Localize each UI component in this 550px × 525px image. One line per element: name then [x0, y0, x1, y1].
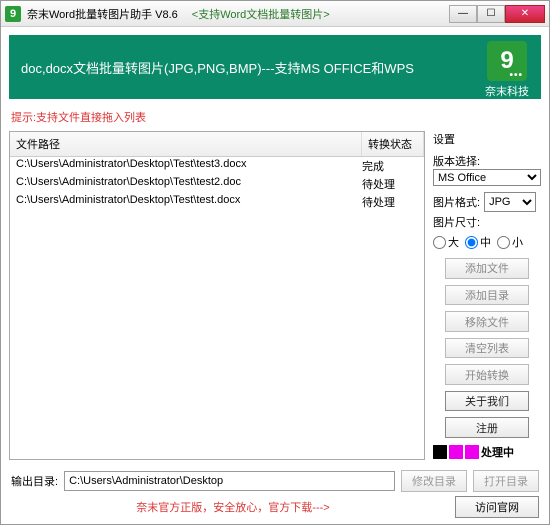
- titlebar: 9 奈末Word批量转图片助手 V8.6 <支持Word文档批量转图片> — ☐…: [1, 1, 549, 27]
- size-radios: 大 中 小: [433, 234, 541, 250]
- version-label: 版本选择:: [433, 153, 541, 169]
- window-subtitle: <支持Word文档批量转图片>: [192, 6, 330, 22]
- window-title: 奈末Word批量转图片助手 V8.6: [27, 6, 178, 22]
- format-select[interactable]: JPG: [484, 192, 536, 212]
- format-label: 图片格式:: [433, 194, 480, 210]
- clear-list-button[interactable]: 清空列表: [445, 338, 529, 359]
- modify-dir-button[interactable]: 修改目录: [401, 470, 467, 492]
- cell-status: 完成: [362, 158, 418, 174]
- settings-panel: 设置 版本选择: MS Office 图片格式: JPG 图片尺寸: 大 中 小…: [433, 131, 541, 460]
- table-row: C:\Users\Administrator\Desktop\Test\test…: [10, 175, 424, 193]
- cell-path: C:\Users\Administrator\Desktop\Test\test…: [16, 158, 362, 174]
- swatch-magenta-icon: [449, 445, 463, 459]
- cell-path: C:\Users\Administrator\Desktop\Test\test…: [16, 194, 362, 210]
- close-button[interactable]: ✕: [505, 5, 545, 23]
- banner: doc,docx文档批量转图片(JPG,PNG,BMP)---支持MS OFFI…: [9, 35, 541, 99]
- about-button[interactable]: 关于我们: [445, 391, 529, 412]
- start-convert-button[interactable]: 开始转换: [445, 364, 529, 385]
- cell-status: 待处理: [362, 176, 418, 192]
- cell-status: 待处理: [362, 194, 418, 210]
- size-small[interactable]: 小: [497, 234, 523, 250]
- remove-file-button[interactable]: 移除文件: [445, 311, 529, 332]
- open-dir-button[interactable]: 打开目录: [473, 470, 539, 492]
- register-button[interactable]: 注册: [445, 417, 529, 438]
- size-label: 图片尺寸:: [433, 214, 541, 230]
- output-label: 输出目录:: [11, 473, 58, 489]
- status-legend: 处理中: [433, 444, 541, 460]
- cell-path: C:\Users\Administrator\Desktop\Test\test…: [16, 176, 362, 192]
- size-mid[interactable]: 中: [465, 234, 491, 250]
- add-dir-button[interactable]: 添加目录: [445, 285, 529, 306]
- swatch-black-icon: [433, 445, 447, 459]
- table-row: C:\Users\Administrator\Desktop\Test\test…: [10, 193, 424, 211]
- version-select[interactable]: MS Office: [433, 169, 541, 186]
- official-text: 奈末官方正版，安全放心，官方下载--->: [11, 499, 455, 515]
- maximize-button[interactable]: ☐: [477, 5, 505, 23]
- minimize-button[interactable]: —: [449, 5, 477, 23]
- size-big[interactable]: 大: [433, 234, 459, 250]
- drag-hint: 提示:支持文件直接拖入列表: [1, 107, 549, 131]
- add-file-button[interactable]: 添加文件: [445, 258, 529, 279]
- table-row: C:\Users\Administrator\Desktop\Test\test…: [10, 157, 424, 175]
- brand: 9••• 奈末科技: [485, 41, 529, 99]
- output-row: 输出目录: 修改目录 打开目录: [1, 466, 549, 494]
- app-icon: 9: [5, 6, 21, 22]
- swatch-magenta2-icon: [465, 445, 479, 459]
- brand-name: 奈末科技: [485, 83, 529, 99]
- output-path-input[interactable]: [64, 471, 395, 491]
- visit-site-button[interactable]: 访问官网: [455, 496, 539, 518]
- col-header-path[interactable]: 文件路径: [10, 132, 362, 156]
- settings-title: 设置: [433, 131, 541, 147]
- banner-text: doc,docx文档批量转图片(JPG,PNG,BMP)---支持MS OFFI…: [21, 58, 414, 77]
- brand-logo-icon: 9•••: [487, 41, 527, 81]
- file-list: 文件路径 转换状态 C:\Users\Administrator\Desktop…: [9, 131, 425, 460]
- list-body[interactable]: C:\Users\Administrator\Desktop\Test\test…: [10, 157, 424, 459]
- app-window: 9 奈末Word批量转图片助手 V8.6 <支持Word文档批量转图片> — ☐…: [0, 0, 550, 525]
- col-header-status[interactable]: 转换状态: [362, 132, 424, 156]
- legend-label: 处理中: [481, 444, 514, 460]
